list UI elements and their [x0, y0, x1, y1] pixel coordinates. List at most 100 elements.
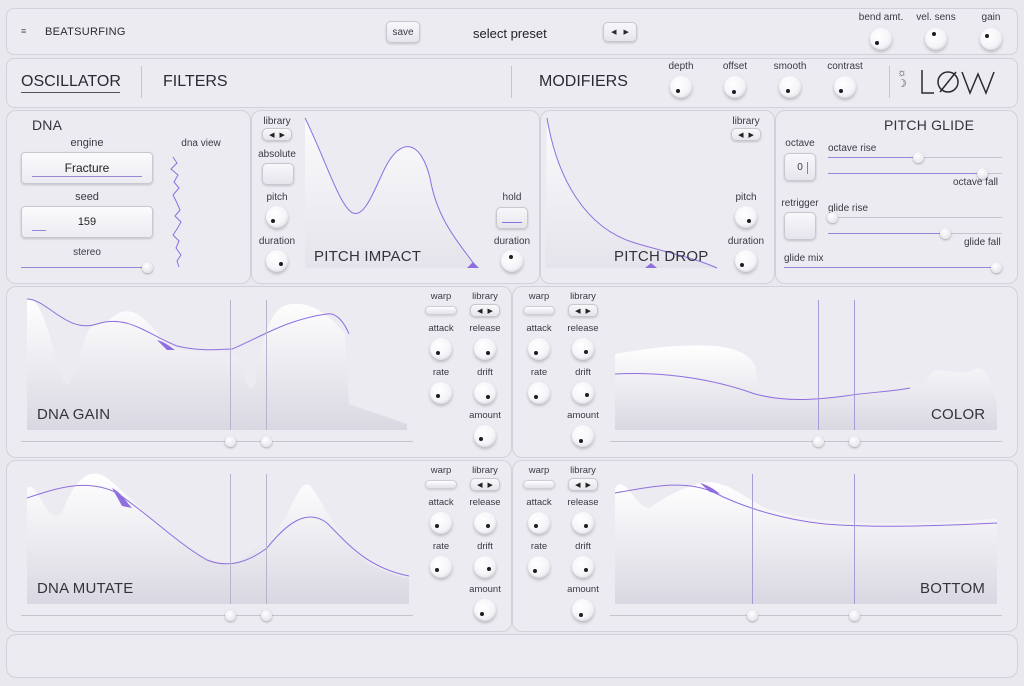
bend-amount-knob[interactable] [870, 28, 892, 50]
glide-mix-track[interactable] [784, 267, 996, 268]
loop-start-handle[interactable] [813, 436, 824, 447]
arrow-left-icon[interactable]: ◀ [269, 131, 274, 139]
color-loop-track[interactable] [610, 441, 1002, 442]
loop-start-marker[interactable] [230, 300, 231, 430]
library-arrows[interactable]: ◀ ▶ [470, 304, 500, 317]
drift-knob[interactable] [572, 556, 594, 578]
preset-selector[interactable]: select preset [473, 26, 547, 41]
library-arrows[interactable]: ◀ ▶ [470, 478, 500, 491]
pi-pitch-knob[interactable] [266, 206, 288, 228]
attack-knob[interactable] [430, 512, 452, 534]
loop-end-marker[interactable] [854, 300, 855, 430]
tab-divider [141, 66, 142, 98]
pd-pitch-knob[interactable] [735, 206, 757, 228]
loop-start-handle[interactable] [747, 610, 758, 621]
pd-duration-knob[interactable] [735, 250, 757, 272]
offset-knob[interactable] [724, 76, 746, 98]
attack-knob[interactable] [528, 512, 550, 534]
arrow-left-icon[interactable]: ◀ [477, 481, 482, 489]
octave-field[interactable]: 0 [784, 153, 816, 181]
preset-arrows[interactable]: ◀ ▶ [603, 22, 637, 42]
pi-duration-knob[interactable] [266, 250, 288, 272]
hold-toggle[interactable] [496, 207, 528, 229]
amount-knob[interactable] [572, 599, 594, 621]
glide-mix-thumb[interactable] [991, 262, 1002, 273]
arrow-left-icon[interactable]: ◀ [477, 307, 482, 315]
drift-knob[interactable] [474, 382, 496, 404]
loop-end-handle[interactable] [261, 436, 272, 447]
tab-oscillator[interactable]: OSCILLATOR [21, 73, 121, 91]
amount-knob[interactable] [572, 425, 594, 447]
gain-knob[interactable] [980, 28, 1002, 50]
warp-toggle[interactable] [425, 306, 457, 315]
tab-modifiers[interactable]: MODIFIERS [539, 73, 628, 91]
attack-knob[interactable] [528, 338, 550, 360]
smooth-knob[interactable] [779, 76, 801, 98]
glide-fall-thumb[interactable] [940, 228, 951, 239]
library-arrows[interactable]: ◀ ▶ [568, 304, 598, 317]
loop-end-handle[interactable] [849, 436, 860, 447]
loop-end-marker[interactable] [266, 300, 267, 430]
warp-toggle[interactable] [523, 306, 555, 315]
glide-rise-track[interactable] [828, 217, 1002, 218]
dna-mutate-loop-track[interactable] [21, 615, 413, 616]
arrow-left-icon[interactable]: ◀ [575, 481, 580, 489]
retrigger-toggle[interactable] [784, 212, 816, 240]
loop-end-marker[interactable] [854, 474, 855, 604]
rate-knob[interactable] [528, 556, 550, 578]
save-button[interactable]: save [386, 21, 420, 43]
loop-end-handle[interactable] [849, 610, 860, 621]
absolute-toggle[interactable] [262, 163, 294, 185]
amount-knob[interactable] [474, 599, 496, 621]
loop-end-marker[interactable] [266, 474, 267, 604]
attack-knob[interactable] [430, 338, 452, 360]
vel-sens-knob[interactable] [925, 28, 947, 50]
drift-knob[interactable] [474, 556, 496, 578]
arrow-left-icon[interactable]: ◀ [611, 28, 616, 36]
rate-knob[interactable] [430, 382, 452, 404]
loop-start-handle[interactable] [225, 610, 236, 621]
glide-rise-thumb[interactable] [827, 212, 838, 223]
drift-knob[interactable] [572, 382, 594, 404]
warp-toggle[interactable] [425, 480, 457, 489]
arrow-right-icon[interactable]: ▶ [488, 307, 493, 315]
arrow-right-icon[interactable]: ▶ [488, 481, 493, 489]
amount-knob[interactable] [474, 425, 496, 447]
warp-toggle[interactable] [523, 480, 555, 489]
contrast-knob[interactable] [834, 76, 856, 98]
hold-duration-knob[interactable] [501, 250, 523, 272]
pd-library-arrows[interactable]: ◀ ▶ [731, 128, 761, 141]
rate-knob[interactable] [430, 556, 452, 578]
arrow-left-icon[interactable]: ◀ [738, 131, 743, 139]
stereo-slider-thumb[interactable] [142, 262, 153, 273]
octave-rise-thumb[interactable] [913, 152, 924, 163]
loop-end-handle[interactable] [261, 610, 272, 621]
depth-knob[interactable] [670, 76, 692, 98]
loop-start-marker[interactable] [752, 474, 753, 604]
pi-library-arrows[interactable]: ◀ ▶ [262, 128, 292, 141]
dna-gain-loop-track[interactable] [21, 441, 413, 442]
arrow-right-icon[interactable]: ▶ [624, 28, 629, 36]
release-knob[interactable] [474, 338, 496, 360]
loop-start-handle[interactable] [225, 436, 236, 447]
stereo-slider-track[interactable] [21, 267, 147, 268]
sun-moon-icon[interactable]: ☼ ☽ [897, 68, 907, 90]
bottom-loop-track[interactable] [610, 615, 1002, 616]
release-knob[interactable] [474, 512, 496, 534]
loop-start-marker[interactable] [230, 474, 231, 604]
arrow-right-icon[interactable]: ▶ [280, 131, 285, 139]
arrow-right-icon[interactable]: ▶ [749, 131, 754, 139]
tab-filters[interactable]: FILTERS [163, 73, 228, 91]
arrow-right-icon[interactable]: ▶ [586, 481, 591, 489]
release-knob[interactable] [572, 338, 594, 360]
loop-start-marker[interactable] [818, 300, 819, 430]
seed-field[interactable]: 159 [21, 206, 153, 238]
arrow-left-icon[interactable]: ◀ [575, 307, 580, 315]
engine-select[interactable]: Fracture [21, 152, 153, 184]
hamburger-icon[interactable]: ≡ [21, 27, 28, 36]
pd-pitch-label: pitch [735, 192, 757, 203]
rate-knob[interactable] [528, 382, 550, 404]
library-arrows[interactable]: ◀ ▶ [568, 478, 598, 491]
arrow-right-icon[interactable]: ▶ [586, 307, 591, 315]
release-knob[interactable] [572, 512, 594, 534]
